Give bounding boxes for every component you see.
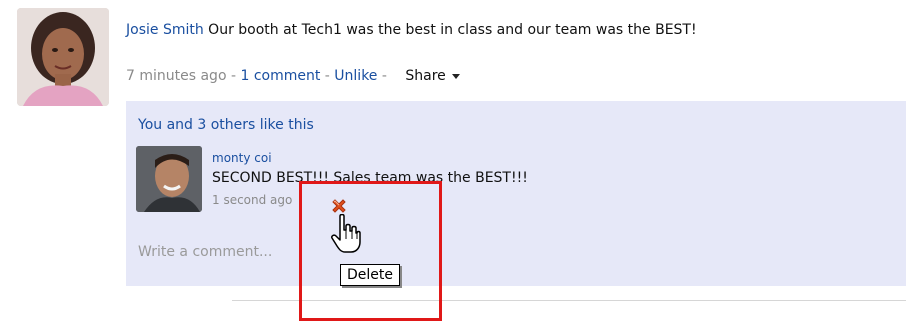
divider (232, 300, 906, 301)
share-label: Share (405, 68, 446, 84)
comment-text: SECOND BEST!!! Sales team was the BEST!!… (212, 170, 528, 186)
post-text-line: Josie Smith Our booth at Tech1 was the b… (126, 22, 697, 38)
separator: - (377, 68, 392, 84)
write-comment-input[interactable]: Write a comment... (138, 244, 272, 260)
separator: - (226, 68, 241, 84)
post-timestamp: 7 minutes ago (126, 68, 227, 84)
post-author-avatar[interactable] (17, 8, 109, 106)
unlike-link[interactable]: Unlike (334, 68, 377, 84)
comment-author-link[interactable]: monty coi (212, 151, 272, 165)
post-author-link[interactable]: Josie Smith (126, 22, 204, 38)
caret-down-icon (451, 73, 460, 79)
separator: - (320, 68, 335, 84)
delete-x-icon[interactable] (329, 196, 349, 216)
likes-summary-link[interactable]: You and 3 others like this (138, 117, 314, 133)
comment-count-link[interactable]: 1 comment (240, 68, 320, 84)
post-meta: 7 minutes ago - 1 comment - Unlike - Sha… (126, 68, 460, 84)
share-dropdown[interactable]: Share (405, 68, 460, 84)
comment-author-avatar[interactable] (136, 146, 202, 212)
post-message: Our booth at Tech1 was the best in class… (208, 22, 697, 38)
comment-timestamp: 1 second ago (212, 193, 293, 207)
hand-pointer-icon (330, 213, 362, 254)
delete-tooltip: Delete (340, 264, 400, 286)
